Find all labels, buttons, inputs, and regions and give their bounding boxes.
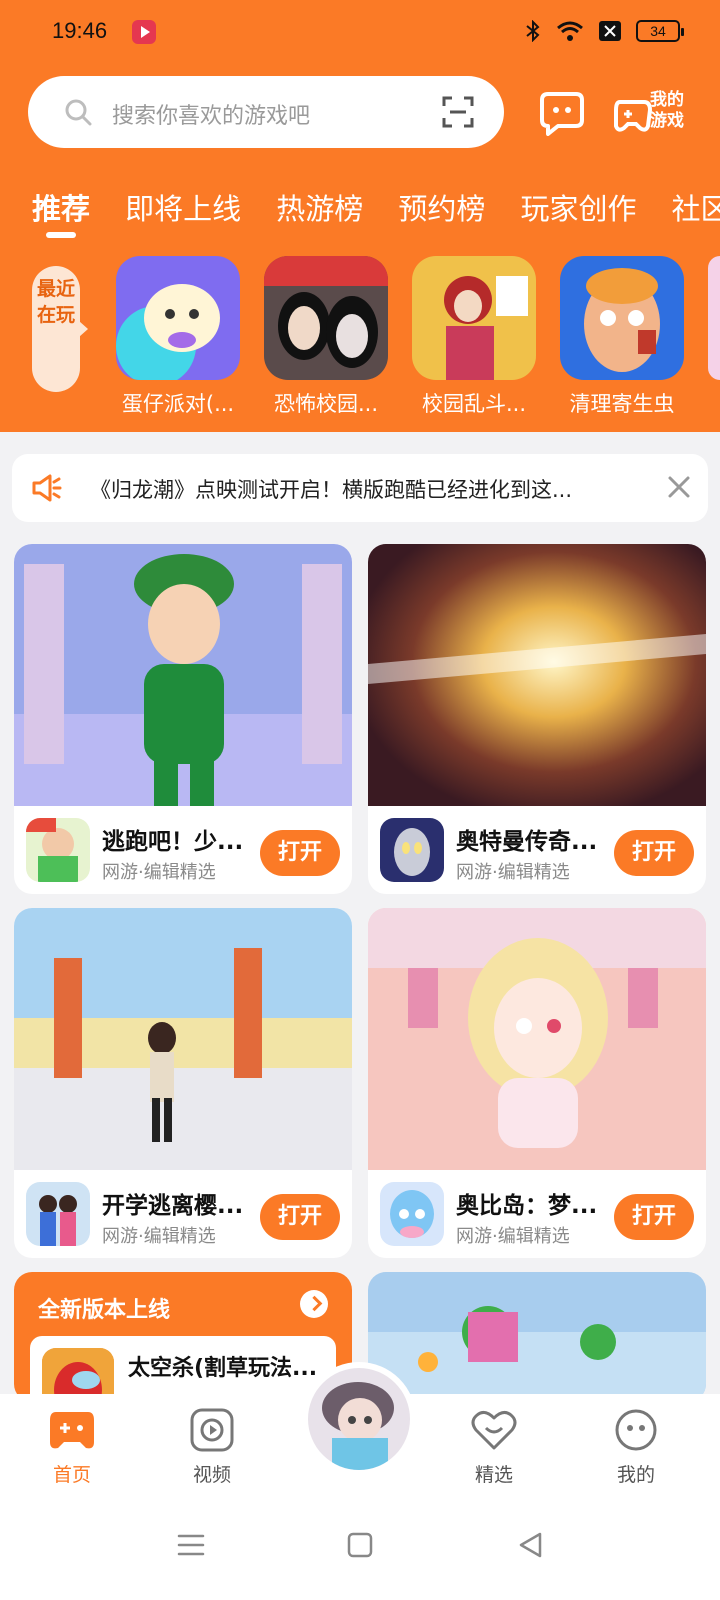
game-icon	[116, 256, 240, 380]
center-avatar-button[interactable]	[302, 1362, 416, 1476]
recent-game-item[interactable]: 校园乱斗...	[412, 256, 536, 418]
game-cover-image	[368, 1272, 706, 1402]
nav-video-label: 视频	[192, 1464, 231, 1486]
gamepad-icon	[50, 1412, 94, 1449]
video-app-icon	[132, 20, 156, 44]
video-icon	[190, 1408, 234, 1452]
tab-community[interactable]: 社区	[672, 186, 720, 228]
recent-game-label: 清理寄生虫	[569, 392, 675, 416]
game-card[interactable]: 奥特曼传奇... 网游·编辑精选 打开	[368, 544, 706, 894]
game-name: 开学逃离樱...	[102, 1193, 244, 1219]
chevron-right-icon[interactable]	[300, 1290, 328, 1318]
wifi-icon	[557, 21, 583, 41]
nav-mine-label: 我的	[616, 1464, 655, 1486]
home-square-icon[interactable]	[345, 1530, 375, 1560]
game-icon	[380, 1182, 444, 1246]
game-card[interactable]: 开学逃离樱... 网游·编辑精选 打开	[14, 908, 352, 1258]
sim-disabled-icon	[599, 21, 621, 41]
game-name: 奥比岛：梦...	[456, 1193, 598, 1219]
my-games-button[interactable]: 我的游戏	[614, 88, 694, 138]
open-button[interactable]: 打开	[260, 830, 340, 876]
game-name: 奥特曼传奇...	[456, 829, 598, 855]
recent-game-item[interactable]: 蛋仔派对(...	[116, 256, 240, 418]
game-name: 逃跑吧！少...	[102, 829, 244, 855]
new-version-game-name: 太空杀(割草玩法...	[128, 1356, 318, 1381]
open-button[interactable]: 打开	[614, 1194, 694, 1240]
game-subtitle: 网游·编辑精选	[456, 862, 570, 883]
game-icon	[264, 256, 388, 380]
recently-played-tag: 最近在玩	[32, 266, 88, 392]
new-version-title: 全新版本上线	[38, 1298, 171, 1323]
announcement-bar[interactable]: 《归龙潮》点映测试开启！横版跑酷已经进化到这...	[12, 454, 708, 522]
battery-indicator: 34	[636, 20, 684, 42]
gamepad-icon	[614, 100, 653, 132]
status-bar: 19:46 34	[52, 18, 684, 48]
nav-home-label: 首页	[52, 1464, 91, 1486]
bluetooth-icon	[526, 20, 540, 42]
recent-game-item-partial	[708, 256, 720, 380]
tab-reservation-list[interactable]: 预约榜	[398, 186, 485, 228]
nav-home[interactable]: 首页	[22, 1408, 122, 1487]
game-icon	[26, 1182, 90, 1246]
new-version-panel[interactable]: 全新版本上线 太空杀(割草玩法...	[14, 1272, 352, 1402]
my-games-label: 我的游戏	[650, 90, 684, 131]
game-icon	[26, 818, 90, 882]
tab-hot-list[interactable]: 热游榜	[276, 186, 363, 228]
recent-game-item[interactable]: 清理寄生虫	[560, 256, 684, 418]
header: 19:46 34 搜索你喜欢的游戏吧 我的游戏 推荐 即将上线 热游榜 预约榜 …	[0, 0, 720, 432]
announcement-text: 《归龙潮》点映测试开启！横版跑酷已经进化到这...	[90, 478, 573, 502]
avatar	[308, 1368, 410, 1470]
nav-mine[interactable]: 我的	[586, 1408, 686, 1487]
open-button[interactable]: 打开	[260, 1194, 340, 1240]
search-icon	[65, 99, 92, 126]
system-navigation-bar	[0, 1494, 720, 1600]
message-icon[interactable]	[538, 88, 586, 136]
heart-icon	[471, 1411, 517, 1450]
game-subtitle: 网游·编辑精选	[102, 1226, 216, 1247]
search-bar[interactable]: 搜索你喜欢的游戏吧	[28, 76, 504, 148]
recent-game-label: 蛋仔派对(...	[121, 392, 235, 416]
recent-game-label: 恐怖校园...	[273, 392, 379, 416]
game-cover-image	[368, 544, 706, 806]
scan-icon[interactable]	[442, 96, 474, 128]
close-icon[interactable]	[664, 472, 694, 502]
game-card[interactable]: 逃跑吧！少... 网游·编辑精选 打开	[14, 544, 352, 894]
tab-recommend[interactable]: 推荐	[32, 186, 90, 238]
tab-player-creation[interactable]: 玩家创作	[520, 186, 636, 228]
recent-game-item[interactable]: 恐怖校园...	[264, 256, 388, 418]
game-icon	[380, 818, 444, 882]
game-cover-image	[368, 908, 706, 1170]
game-cover-image	[14, 544, 352, 806]
game-subtitle: 网游·编辑精选	[102, 862, 216, 883]
tab-upcoming[interactable]: 即将上线	[125, 186, 241, 228]
status-time: 19:46	[52, 18, 108, 43]
open-button[interactable]: 打开	[614, 830, 694, 876]
back-triangle-icon[interactable]	[516, 1530, 546, 1560]
nav-featured-label: 精选	[474, 1464, 513, 1486]
nav-video[interactable]: 视频	[162, 1408, 262, 1487]
game-icon	[412, 256, 536, 380]
nav-featured[interactable]: 精选	[444, 1408, 544, 1487]
new-version-game[interactable]: 太空杀(割草玩法...	[30, 1336, 336, 1402]
profile-icon	[615, 1409, 657, 1451]
game-card[interactable]	[368, 1272, 706, 1402]
search-input[interactable]: 搜索你喜欢的游戏吧	[112, 98, 310, 130]
game-icon	[560, 256, 684, 380]
game-cover-image	[14, 908, 352, 1170]
menu-icon[interactable]	[176, 1530, 206, 1560]
megaphone-icon	[32, 474, 62, 502]
game-card[interactable]: 奥比岛：梦... 网游·编辑精选 打开	[368, 908, 706, 1258]
category-tabs: 推荐 即将上线 热游榜 预约榜 玩家创作 社区	[32, 186, 720, 238]
recent-game-label: 校园乱斗...	[421, 392, 527, 416]
game-subtitle: 网游·编辑精选	[456, 1226, 570, 1247]
